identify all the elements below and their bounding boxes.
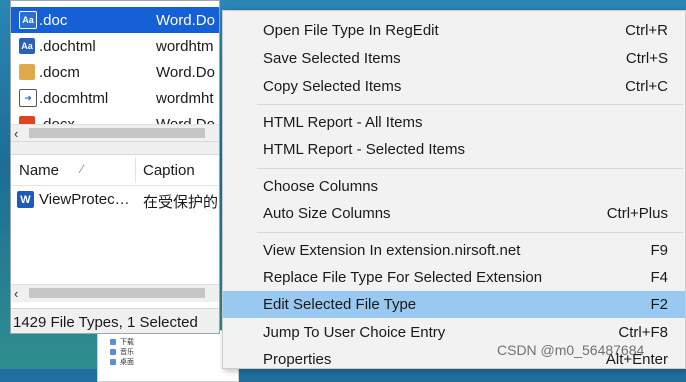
menu-separator — [257, 168, 683, 169]
menu-item-html-report-all[interactable]: HTML Report - All Items — [223, 109, 685, 136]
sort-indicator-icon: ⁄ — [81, 162, 84, 176]
package-icon — [19, 64, 35, 80]
scrollbar-thumb[interactable] — [29, 288, 205, 298]
column-header-caption[interactable]: Caption — [143, 162, 195, 179]
status-bar: 1429 File Types, 1 Selected — [11, 308, 219, 333]
menu-item-html-report-selected[interactable]: HTML Report - Selected Items — [223, 136, 685, 163]
file-type-row[interactable]: .docm Word.Do — [11, 59, 219, 85]
lower-list-header: Name ⁄ Caption — [11, 155, 219, 186]
desktop-icon — [110, 359, 116, 365]
word-doc-icon: Aa — [19, 11, 37, 29]
document-arrow-icon: ➜ — [19, 89, 37, 107]
word-doc-icon: Aa — [19, 38, 35, 54]
scroll-left-icon[interactable]: ‹ — [14, 125, 18, 142]
column-divider[interactable] — [135, 157, 136, 183]
file-type-row[interactable]: ➜ .docmhtml wordmht — [11, 85, 219, 111]
file-type-row[interactable]: Aa .doc Word.Do — [11, 7, 219, 33]
file-type-row[interactable]: Aa .dochtml wordhtm — [11, 33, 219, 59]
lower-horizontal-scrollbar[interactable]: ‹ — [11, 284, 219, 302]
menu-separator — [257, 232, 683, 233]
scrollbar-thumb[interactable] — [29, 128, 205, 138]
menu-item-auto-size-columns[interactable]: Auto Size Columns Ctrl+Plus — [223, 200, 685, 227]
column-header-name[interactable]: Name — [19, 162, 59, 179]
menu-item-view-extension[interactable]: View Extension In extension.nirsoft.net F… — [223, 237, 685, 264]
filetypesman-window: Aa .doc Word.Do Aa .dochtml wordhtm .doc… — [10, 0, 220, 334]
lower-list-row[interactable]: W ViewProtec… 在受保护的 — [11, 187, 219, 213]
file-type-row[interactable]: .docx Word.Do — [11, 111, 219, 124]
menu-item-edit-selected-file-type[interactable]: Edit Selected File Type F2 — [223, 291, 685, 318]
scroll-left-icon[interactable]: ‹ — [14, 285, 18, 302]
download-icon — [110, 339, 116, 345]
music-icon — [110, 349, 116, 355]
file-types-list: Aa .doc Word.Do Aa .dochtml wordhtm .doc… — [11, 1, 219, 124]
watermark: CSDN @m0_56487684 — [497, 342, 645, 358]
menu-item-save-selected[interactable]: Save Selected Items Ctrl+S — [223, 45, 685, 72]
context-menu: Open File Type In RegEdit Ctrl+R Save Sel… — [222, 10, 686, 369]
explorer-item[interactable]: 桌面 — [98, 357, 238, 367]
menu-item-copy-selected[interactable]: Copy Selected Items Ctrl+C — [223, 73, 685, 100]
menu-separator — [257, 104, 683, 105]
word-app-icon: W — [17, 191, 34, 208]
explorer-item[interactable]: 下载 — [98, 337, 238, 347]
office-icon — [19, 116, 35, 124]
background-explorer-window: 下载 音乐 桌面 — [97, 330, 239, 382]
menu-item-open-in-regedit[interactable]: Open File Type In RegEdit Ctrl+R — [223, 17, 685, 44]
menu-item-choose-columns[interactable]: Choose Columns — [223, 173, 685, 200]
pane-splitter[interactable] — [11, 141, 219, 155]
upper-horizontal-scrollbar[interactable]: ‹ — [11, 124, 219, 142]
menu-item-replace-file-type[interactable]: Replace File Type For Selected Extension… — [223, 264, 685, 291]
explorer-item[interactable]: 音乐 — [98, 347, 238, 357]
